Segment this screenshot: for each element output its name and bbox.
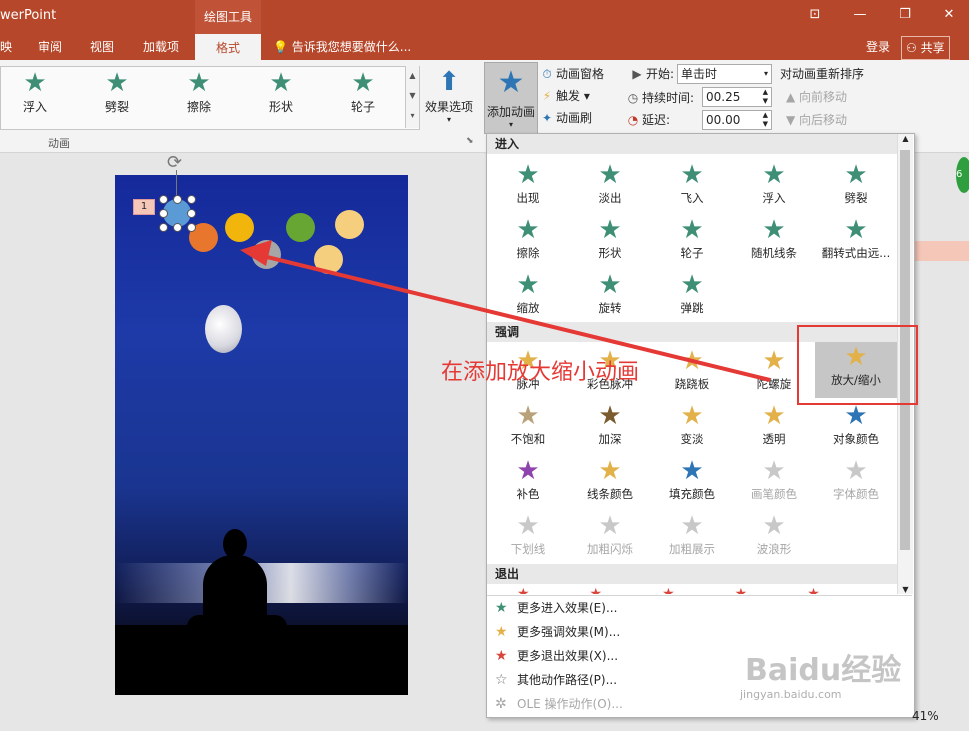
- watermark-url: jingyan.baidu.com: [740, 688, 842, 701]
- arrow-head: [240, 240, 272, 266]
- highlight-box: [797, 325, 918, 405]
- zoom-level[interactable]: 41%: [912, 709, 939, 723]
- annotation-text: 在添加放大缩小动画: [441, 360, 640, 385]
- watermark-logo: Baidu经验: [745, 653, 902, 688]
